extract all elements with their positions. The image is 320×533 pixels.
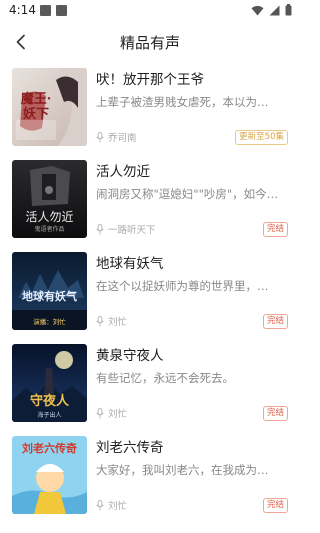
cover-text: 魔王·妖下 <box>20 92 52 122</box>
cover-text: 活人勿近 <box>25 210 74 224</box>
book-author: 刘忙 <box>108 317 128 328</box>
list-item[interactable]: 守夜人 海子出人 黄泉守夜人 有些记忆，永远不会死去。 刘忙 完结 <box>0 340 300 430</box>
notification-icon <box>56 5 67 16</box>
book-cover: 守夜人 海子出人 <box>12 344 87 422</box>
status-badge: 更新至50集 <box>235 130 288 145</box>
book-description: 上辈子被渣男贱女虐死，本以为… <box>96 95 269 109</box>
microphone-icon <box>96 315 104 326</box>
book-description: 有些记忆，永远不会死去。 <box>96 371 234 385</box>
list-item[interactable]: 活人勿近 鬼语者作品 活人勿近 闹洞房又称"逗媳妇""吵房"，如今… 一路听天下… <box>0 156 300 246</box>
wifi-icon <box>251 5 264 15</box>
status-bar: 4:14 <box>0 0 300 22</box>
book-author: 刘忙 <box>108 409 128 420</box>
notification-icon <box>40 5 51 16</box>
book-title: 刘老六传奇 <box>96 440 164 456</box>
status-time: 4:14 <box>9 3 36 17</box>
book-author: 刘忙 <box>108 501 128 512</box>
microphone-icon <box>96 223 104 234</box>
author-row: 一路听天下 <box>96 222 156 236</box>
status-badge: 完结 <box>262 314 288 329</box>
status-badge: 完结 <box>262 406 288 421</box>
cover-subtext: 演播：刘忙 <box>33 318 66 326</box>
author-row: 乔司南 <box>96 130 137 144</box>
list-item[interactable]: 魔王·妖下 吠！放开那个王爷 上辈子被渣男贱女虐死，本以为… 乔司南 更新至50… <box>0 64 300 154</box>
cover-subtext: 鬼语者作品 <box>34 226 65 233</box>
book-description: 大家好，我叫刘老六，在我成为… <box>96 463 269 477</box>
book-title: 地球有妖气 <box>96 256 164 272</box>
author-row: 刘忙 <box>96 498 127 512</box>
book-title: 黄泉守夜人 <box>96 348 164 364</box>
book-description: 闹洞房又称"逗媳妇""吵房"，如今… <box>96 187 279 201</box>
cover-text: 地球有妖气 <box>22 290 77 303</box>
author-row: 刘忙 <box>96 406 127 420</box>
page-title: 精品有声 <box>119 34 180 52</box>
book-cover: 活人勿近 鬼语者作品 <box>12 160 87 238</box>
battery-icon <box>285 4 292 16</box>
microphone-icon <box>96 499 104 510</box>
book-cover: 魔王·妖下 <box>12 68 87 146</box>
list-item[interactable]: 地球有妖气 演播：刘忙 地球有妖气 在这个以捉妖师为尊的世界里，… 刘忙 完结 <box>0 248 300 338</box>
book-description: 在这个以捉妖师为尊的世界里，… <box>96 279 269 293</box>
book-author: 一路听天下 <box>108 225 156 236</box>
book-cover: 地球有妖气 演播：刘忙 <box>12 252 87 330</box>
book-title: 活人勿近 <box>96 164 150 180</box>
microphone-icon <box>96 131 104 142</box>
cover-text: 刘老六传奇 <box>22 442 77 455</box>
header: 精品有声 <box>0 24 300 60</box>
microphone-icon <box>96 407 104 418</box>
author-row: 刘忙 <box>96 314 127 328</box>
cover-text: 守夜人 <box>29 394 69 409</box>
status-badge: 完结 <box>262 222 288 237</box>
signal-icon <box>269 5 280 15</box>
book-author: 乔司南 <box>108 133 137 144</box>
cover-subtext: 海子出人 <box>37 412 62 419</box>
list-item[interactable]: 刘老六传奇 刘老六传奇 大家好，我叫刘老六，在我成为… 刘忙 完结 <box>0 432 300 522</box>
book-title: 吠！放开那个王爷 <box>96 72 204 88</box>
status-badge: 完结 <box>262 498 288 513</box>
book-cover: 刘老六传奇 <box>12 436 87 514</box>
